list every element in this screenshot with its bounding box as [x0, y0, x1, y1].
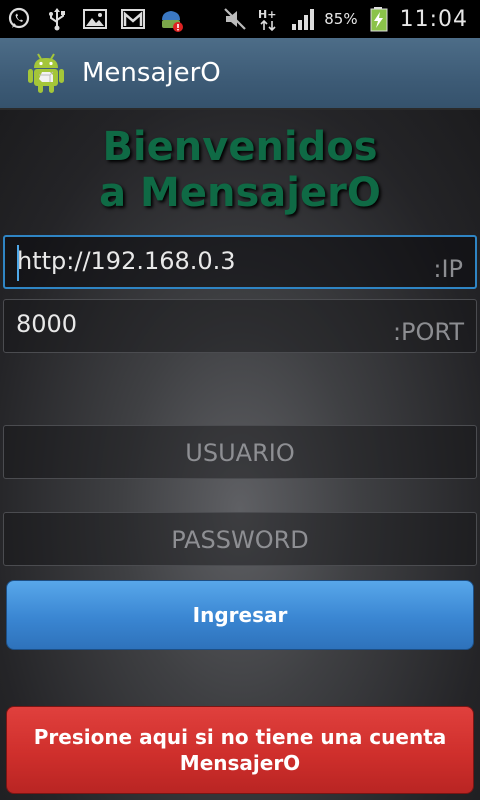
android-app-icon[interactable] — [24, 51, 68, 95]
status-bar: H+ 85% 11:04 — [0, 0, 480, 38]
battery-percent: 85% — [324, 10, 358, 28]
svg-text:H+: H+ — [258, 8, 276, 21]
cleaner-icon — [158, 6, 184, 32]
ip-value: http://192.168.0.3 — [17, 247, 236, 275]
username-placeholder: USUARIO — [185, 439, 295, 467]
clock: 11:04 — [399, 6, 468, 32]
mute-icon — [222, 6, 248, 32]
whatsapp-icon — [6, 6, 32, 32]
action-bar: MensajerO — [0, 38, 480, 110]
battery-charging-icon — [366, 6, 392, 32]
password-placeholder: PASSWORD — [171, 526, 309, 554]
login-button[interactable]: Ingresar — [6, 580, 474, 650]
password-input[interactable]: PASSWORD — [3, 512, 477, 566]
signal-icon — [290, 6, 316, 32]
port-value: 8000 — [16, 310, 78, 338]
username-input[interactable]: USUARIO — [3, 425, 477, 479]
notification-icons — [0, 6, 184, 32]
ip-hint: :IP — [433, 255, 463, 283]
hplus-network-icon: H+ — [256, 6, 282, 32]
system-icons: H+ 85% 11:04 — [222, 6, 480, 32]
ip-input[interactable]: http://192.168.0.3 :IP — [3, 235, 477, 289]
gallery-icon — [82, 6, 108, 32]
usb-icon — [44, 6, 70, 32]
login-screen: Bienvenidos a MensajerO http://192.168.0… — [0, 110, 480, 800]
app-title: MensajerO — [82, 58, 221, 88]
register-button[interactable]: Presione aqui si no tiene una cuenta Men… — [6, 706, 474, 794]
port-hint: :PORT — [392, 318, 464, 346]
port-input[interactable]: 8000 :PORT — [3, 299, 477, 353]
gmail-icon — [120, 6, 146, 32]
welcome-title: Bienvenidos a MensajerO — [99, 124, 381, 216]
